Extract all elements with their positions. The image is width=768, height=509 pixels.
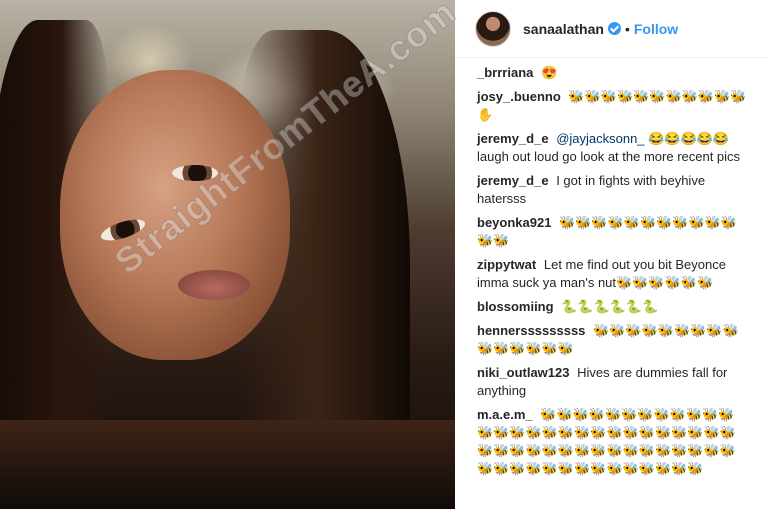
comment-item: hennersssssssss 🐝🐝🐝🐝🐝🐝🐝🐝🐝🐝🐝🐝🐝🐝🐝 (477, 322, 748, 358)
comment-username[interactable]: _brrriana (477, 65, 533, 80)
comment-item: niki_outlaw123 Hives are dummies fall fo… (477, 364, 748, 400)
follow-button[interactable]: Follow (634, 21, 678, 37)
face (60, 70, 290, 360)
comment-item: m.a.e.m_ 🐝🐝🐝🐝🐝🐝🐝🐝🐝🐝🐝🐝🐝🐝🐝🐝🐝🐝🐝🐝🐝🐝🐝🐝🐝🐝🐝🐝🐝🐝🐝… (477, 406, 748, 478)
comment-username[interactable]: niki_outlaw123 (477, 365, 569, 380)
comment-item: jeremy_d_e I got in fights with beyhive … (477, 172, 748, 208)
comment-item: zippytwat Let me find out you bit Beyonc… (477, 256, 748, 292)
comment-username[interactable]: zippytwat (477, 257, 536, 272)
comment-item: _brrriana 😍 (477, 64, 748, 82)
comment-list[interactable]: _brrriana 😍 josy_.buenno 🐝🐝🐝🐝🐝🐝🐝🐝🐝🐝🐝✋ je… (455, 58, 768, 478)
shoulder (0, 420, 455, 509)
comment-username[interactable]: jeremy_d_e (477, 131, 549, 146)
comment-text: 😍 (541, 65, 558, 80)
comment-mention-link[interactable]: @jayjacksonn_ (556, 131, 644, 146)
comments-panel: sanaalathan • Follow _brrriana 😍 josy_.b… (455, 0, 768, 509)
lips (178, 270, 250, 300)
username[interactable]: sanaalathan (523, 21, 604, 37)
comment-item: josy_.buenno 🐝🐝🐝🐝🐝🐝🐝🐝🐝🐝🐝✋ (477, 88, 748, 124)
post-header: sanaalathan • Follow (455, 0, 768, 58)
comment-username[interactable]: beyonka921 (477, 215, 551, 230)
separator-dot: • (624, 20, 630, 37)
post-photo[interactable] (0, 0, 455, 509)
comment-username[interactable]: josy_.buenno (477, 89, 561, 104)
comment-username[interactable]: hennersssssssss (477, 323, 585, 338)
eye-right (172, 165, 218, 181)
comment-item: beyonka921 🐝🐝🐝🐝🐝🐝🐝🐝🐝🐝🐝🐝🐝 (477, 214, 748, 250)
comment-item: jeremy_d_e @jayjacksonn_ 😂😂😂😂😂 laugh out… (477, 130, 748, 166)
verified-badge-icon (607, 22, 621, 35)
comment-username[interactable]: blossomiing (477, 299, 554, 314)
avatar[interactable] (475, 10, 511, 47)
comment-username[interactable]: jeremy_d_e (477, 173, 549, 188)
comment-username[interactable]: m.a.e.m_ (477, 407, 533, 422)
comment-item: blossomiing 🐍🐍🐍🐍🐍🐍 (477, 298, 748, 316)
comment-text: 🐍🐍🐍🐍🐍🐍 (561, 299, 659, 314)
